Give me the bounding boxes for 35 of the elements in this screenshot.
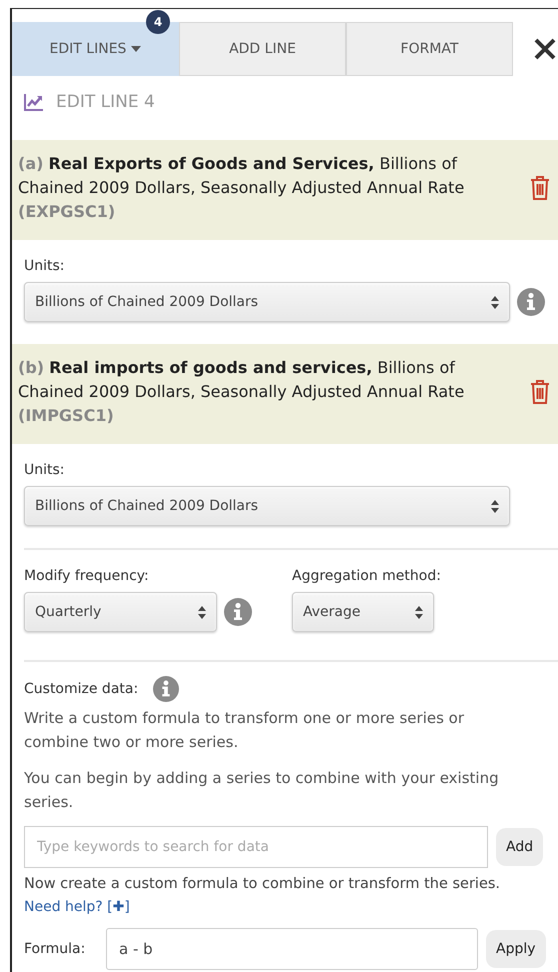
tab[interactable]: FORMAT bbox=[346, 22, 513, 76]
info-icon[interactable] bbox=[224, 598, 252, 626]
updown-arrow-icon bbox=[198, 606, 206, 618]
instruction-text: Write a custom formula to transform one or more series or combine two or more series. bbox=[24, 708, 466, 753]
help-link[interactable]: Need help? [✚] bbox=[24, 896, 130, 918]
section-heading: EDIT LINE 4 bbox=[56, 92, 155, 112]
instruction-text: Now create a custom formula to combine or transform the series. bbox=[24, 875, 502, 894]
series-title: (b) Real imports of goods and services, Billions of Chained 2009 Dollars, Seasonally Adjusted Annual Rate (IMPGSC1) bbox=[18, 357, 466, 427]
search-field[interactable]: Type keywords to search for data bbox=[24, 826, 488, 868]
updown-arrow-icon bbox=[491, 296, 499, 308]
count-badge: 4 bbox=[146, 10, 170, 34]
frequency-select[interactable]: Quarterly bbox=[24, 592, 217, 632]
add-button[interactable]: Add bbox=[496, 828, 544, 866]
instruction-text: You can begin by adding a series to combine with your existing series. bbox=[24, 768, 500, 813]
field-label: Units: bbox=[24, 258, 66, 274]
apply-button[interactable]: Apply bbox=[486, 930, 546, 968]
info-icon[interactable] bbox=[153, 676, 180, 702]
tab[interactable]: ADD LINE bbox=[179, 22, 346, 76]
updown-arrow-icon bbox=[491, 500, 499, 512]
field-label: Aggregation method: bbox=[292, 568, 441, 584]
field-label: Formula: bbox=[24, 941, 86, 957]
trash-icon[interactable] bbox=[530, 380, 550, 404]
formula-field[interactable]: a - b bbox=[106, 928, 478, 970]
field-label: Customize data: bbox=[24, 681, 138, 697]
units-select[interactable]: Billions of Chained 2009 Dollars bbox=[24, 486, 510, 526]
units-select[interactable]: Billions of Chained 2009 Dollars bbox=[24, 282, 510, 322]
line-chart-icon bbox=[24, 93, 44, 111]
trash-icon[interactable] bbox=[530, 176, 550, 200]
close-icon[interactable] bbox=[534, 38, 556, 60]
updown-arrow-icon bbox=[415, 606, 423, 618]
info-icon[interactable] bbox=[517, 288, 545, 316]
field-label: Modify frequency: bbox=[24, 568, 150, 584]
series-title: (a) Real Exports of Goods and Services, Billions of Chained 2009 Dollars, Seasonally Adjusted Annual Rate (EXPGSC1) bbox=[18, 153, 466, 223]
aggregation-select[interactable]: Average bbox=[292, 592, 434, 632]
field-label: Units: bbox=[24, 462, 66, 478]
